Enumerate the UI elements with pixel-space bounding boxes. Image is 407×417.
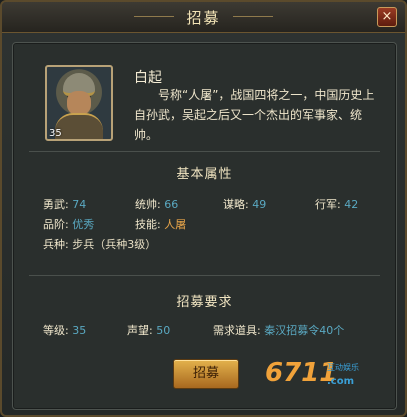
requirement-label: 声望: — [127, 324, 153, 337]
divider-top — [29, 151, 380, 152]
stat-label: 统帅: — [135, 198, 161, 211]
divider-middle — [29, 275, 380, 276]
stat-valor: 勇武: 74 — [43, 196, 86, 212]
site-watermark: 6711 互动娱乐 .com — [265, 354, 385, 394]
attributes-title: 基本属性 — [176, 167, 233, 182]
stat-label: 谋略: — [223, 198, 249, 211]
stat-value: 74 — [72, 198, 87, 211]
stat-value: 步兵（兵种3级） — [72, 238, 157, 251]
hero-level-badge: 35 — [49, 128, 62, 139]
watermark-tag: 互动娱乐 — [327, 363, 359, 372]
window-title: 招募 — [186, 9, 221, 27]
requirement-level: 等级: 35 — [43, 322, 86, 338]
recruit-button[interactable]: 招募 — [173, 359, 239, 389]
stat-label: 兵种: — [43, 238, 69, 251]
portrait-armor — [55, 113, 103, 139]
requirements-title: 招募要求 — [176, 295, 233, 310]
requirement-label: 等级: — [43, 324, 69, 337]
recruit-window: 招募 × 35 白起 号称“人屠”，战国四将之一，中国历史上自孙武，吴起之后又一… — [0, 0, 407, 417]
stat-value: 42 — [344, 198, 359, 211]
stat-label: 品阶: — [43, 218, 69, 231]
stat-value: 66 — [164, 198, 179, 211]
title-ornament-right — [233, 16, 273, 17]
requirement-value: 秦汉招募令40个 — [264, 324, 345, 337]
stat-skill: 技能: 人屠 — [135, 216, 186, 232]
hero-portrait[interactable]: 35 — [45, 65, 113, 141]
requirement-item: 需求道具: 秦汉招募令40个 — [213, 322, 344, 338]
requirement-prestige: 声望: 50 — [127, 322, 170, 338]
stat-march: 行军: 42 — [315, 196, 358, 212]
requirement-value: 35 — [72, 324, 87, 337]
title-bar: 招募 × — [2, 2, 405, 33]
requirement-value: 50 — [156, 324, 171, 337]
close-button[interactable]: × — [377, 7, 397, 27]
stat-label: 技能: — [135, 218, 161, 231]
watermark-site: .com — [327, 376, 355, 387]
stat-value: 人屠 — [164, 218, 187, 231]
stat-strategy: 谋略: 49 — [223, 196, 266, 212]
stat-label: 行军: — [315, 198, 341, 211]
stat-label: 勇武: — [43, 198, 69, 211]
stat-value: 优秀 — [72, 218, 95, 231]
stat-troop-type: 兵种: 步兵（兵种3级） — [43, 236, 156, 252]
hero-name: 白起 — [134, 70, 162, 86]
hero-description: 号称“人屠”，战国四将之一，中国历史上自孙武，吴起之后又一个杰出的军事家、统帅。 — [134, 88, 375, 142]
requirement-label: 需求道具: — [213, 324, 261, 337]
portrait-face — [67, 91, 91, 115]
stat-rank: 品阶: 优秀 — [43, 216, 94, 232]
stat-command: 统帅: 66 — [135, 196, 178, 212]
stat-value: 49 — [252, 198, 267, 211]
